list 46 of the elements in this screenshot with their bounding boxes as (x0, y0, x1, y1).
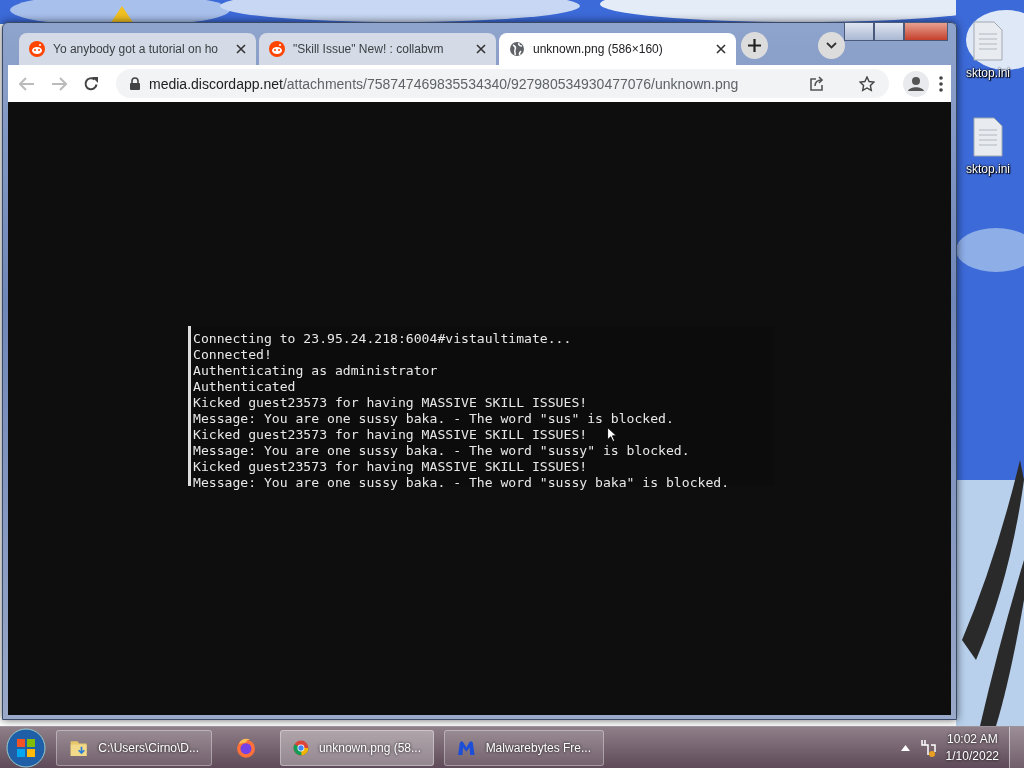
start-button[interactable] (6, 727, 46, 768)
cursor-icon (607, 427, 617, 442)
url-text: media.discordapp.net/attachments/758747469835534340/927980534930477076/unknown.png (149, 75, 739, 92)
reddit-icon (269, 41, 285, 57)
close-button[interactable] (904, 22, 948, 41)
terminal-line: Kicked guest23573 for having MASSIVE SKILL ISSUES! (193, 459, 588, 475)
menu-icon[interactable] (939, 75, 943, 92)
star-icon[interactable] (859, 75, 875, 92)
browser-tab[interactable]: unknown.png (586×160) (499, 33, 736, 65)
share-icon[interactable] (809, 75, 825, 92)
terminal-line: Kicked guest23573 for having MASSIVE SKILL ISSUES! (193, 427, 588, 443)
browser-tab[interactable]: Yo anybody got a tutorial on ho (19, 33, 256, 65)
browser-tab[interactable]: "Skill Issue" New! : collabvm (259, 33, 496, 65)
tab-search-button[interactable] (818, 32, 845, 59)
new-tab-button[interactable] (741, 32, 768, 59)
close-icon[interactable] (716, 44, 726, 54)
terminal-line: Authenticated (193, 379, 296, 395)
file-label[interactable]: sktop.ini (964, 162, 1012, 176)
close-icon[interactable] (236, 44, 246, 54)
globe-icon (509, 41, 525, 57)
file-icon[interactable] (970, 20, 1006, 62)
reddit-icon (29, 41, 45, 57)
taskbar-button[interactable]: Malwarebytes Fre... (444, 729, 604, 766)
terminal-line: Message: You are one sussy baka. - The word "sussy" is blocked. (193, 443, 690, 459)
file-label[interactable]: sktop.ini (964, 66, 1012, 80)
address-bar[interactable]: media.discordapp.net/attachments/758747469835534340/927980534930477076/unknown.png (116, 69, 889, 98)
file-icon[interactable] (970, 116, 1006, 158)
terminal-line: Message: You are one sussy baka. - The word "sussy baka" is blocked. (193, 475, 730, 491)
minimize-button[interactable] (844, 22, 874, 41)
network-icon[interactable] (919, 738, 936, 757)
terminal-line: Authenticating as administrator (193, 363, 438, 379)
maximize-button[interactable] (874, 22, 904, 41)
clock[interactable]: 10:02 AM 1/10/2022 (945, 730, 999, 765)
taskbar-button[interactable]: C:\Users\Cirno\D... (56, 729, 212, 766)
lock-icon (130, 77, 140, 90)
terminal-line: Message: You are one sussy baka. - The word "sus" is blocked. (193, 411, 674, 427)
show-desktop-button[interactable] (1009, 727, 1024, 768)
reload-icon[interactable] (83, 75, 99, 92)
plus-icon (748, 39, 761, 52)
terminal-line: Connecting to 23.95.24.218:6004#vistaultimate... (193, 331, 572, 347)
profile-icon[interactable] (903, 70, 929, 97)
close-icon[interactable] (476, 44, 486, 54)
terminal-line: Connected! (193, 347, 272, 363)
up-arrow-icon[interactable] (900, 744, 910, 751)
terminal-line: Kicked guest23573 for having MASSIVE SKILL ISSUES! (193, 395, 588, 411)
chevron-down-icon (826, 42, 837, 49)
